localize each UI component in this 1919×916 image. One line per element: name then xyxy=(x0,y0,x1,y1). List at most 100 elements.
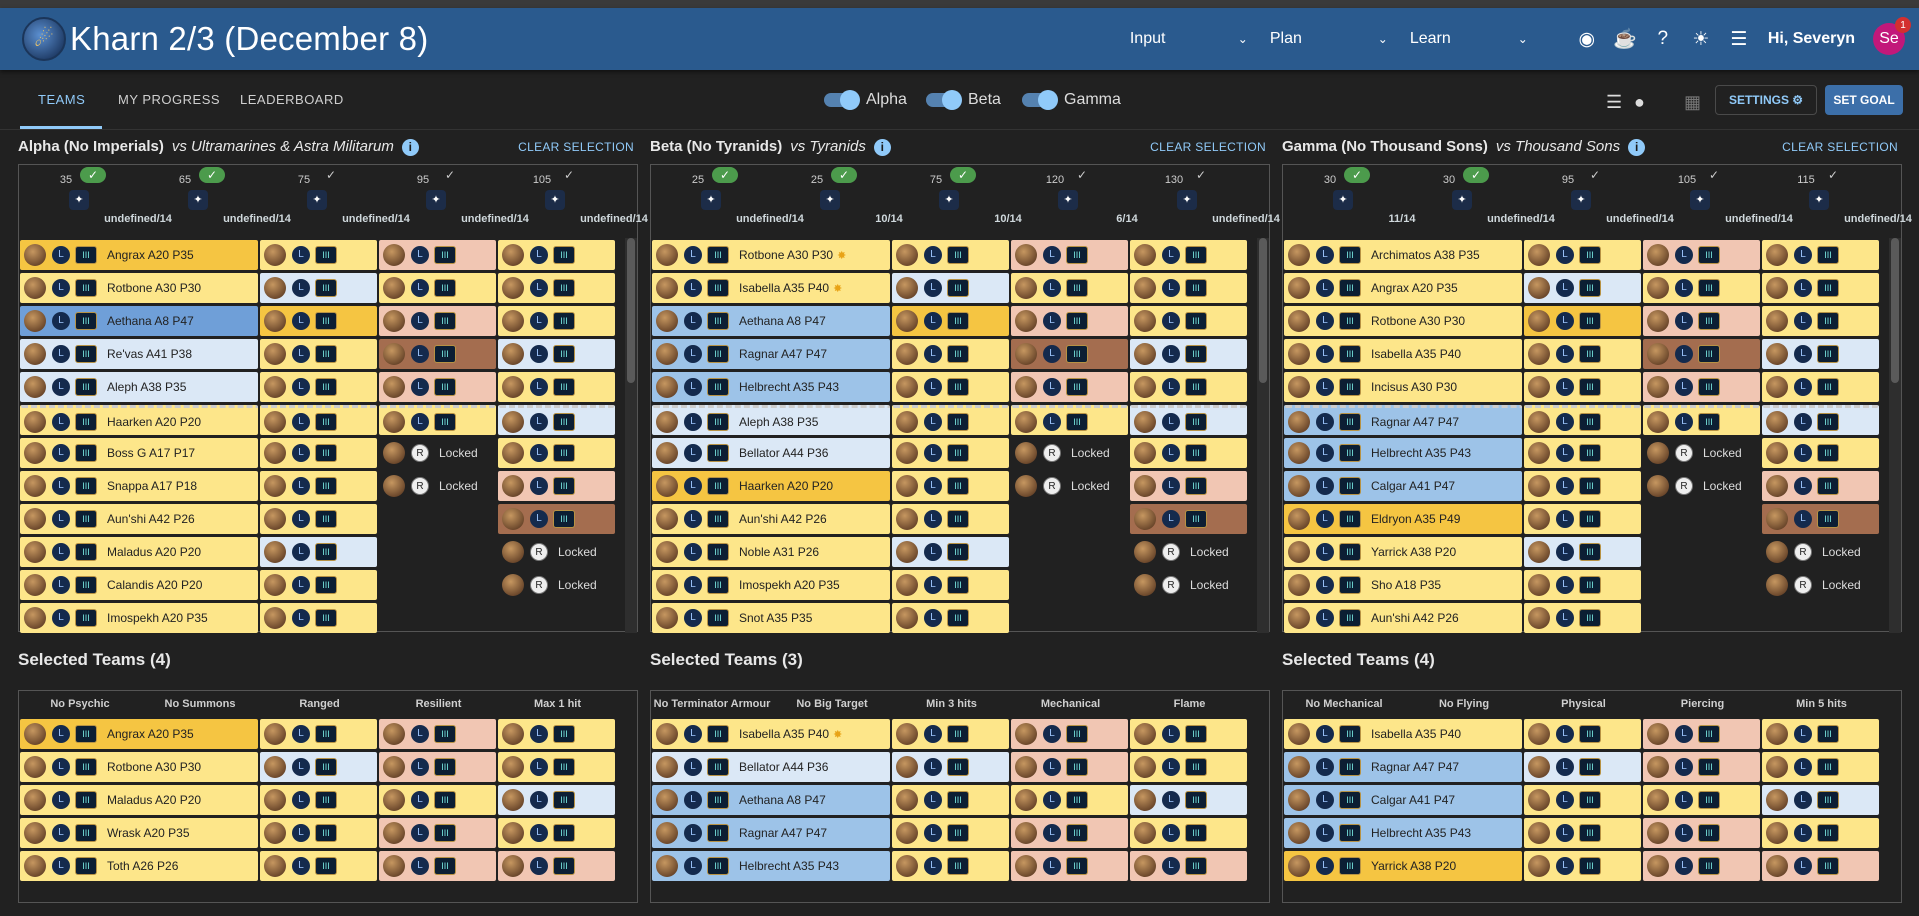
nav-learn-select[interactable]: Learn ⌄ xyxy=(1410,30,1528,48)
locked-row[interactable]: R Locked xyxy=(1130,537,1247,567)
selected-team-row[interactable]: L III xyxy=(1011,785,1128,815)
toggle-beta[interactable]: Beta xyxy=(926,90,1001,110)
selected-team-row[interactable]: L III xyxy=(1643,719,1760,749)
team-row[interactable]: L III xyxy=(1524,438,1641,468)
selected-team-row[interactable]: L III xyxy=(892,785,1009,815)
locked-row[interactable]: R Locked xyxy=(498,570,615,600)
team-row[interactable]: L III Angrax A20 P35 xyxy=(20,240,258,270)
team-row[interactable]: L III xyxy=(260,504,377,534)
selected-team-row[interactable]: L III xyxy=(1524,851,1641,881)
toggle-alpha[interactable]: Alpha xyxy=(824,90,907,110)
selected-team-row[interactable]: L III xyxy=(260,719,377,749)
team-row[interactable]: L III xyxy=(379,372,496,402)
selected-team-row[interactable]: L III Angrax A20 P35 xyxy=(20,719,258,749)
team-row[interactable]: L III xyxy=(1011,405,1128,435)
discord-icon[interactable]: ◉ xyxy=(1568,28,1606,51)
column-header[interactable]: 25 ✓ ✦ 10/14 xyxy=(770,165,903,238)
team-row[interactable]: L III xyxy=(1130,306,1247,336)
grid-view-icon[interactable]: ▦ xyxy=(1684,92,1701,113)
selected-team-row[interactable]: L III xyxy=(498,818,615,848)
tab-leaderboard[interactable]: LEADERBOARD xyxy=(240,92,344,107)
team-row[interactable]: L III xyxy=(1130,405,1247,435)
team-row[interactable]: L III xyxy=(260,240,377,270)
team-row[interactable]: L III xyxy=(1762,372,1879,402)
selected-team-row[interactable]: L III xyxy=(1524,752,1641,782)
team-row[interactable]: L III Aun'shi A42 P26 xyxy=(1284,603,1522,633)
team-row[interactable]: L III xyxy=(1643,240,1760,270)
team-row[interactable]: L III xyxy=(892,504,1009,534)
team-row[interactable]: L III Rotbone A30 P30 xyxy=(20,273,258,303)
scrollbar[interactable] xyxy=(1257,238,1269,633)
clear-selection-button[interactable]: CLEAR SELECTION xyxy=(1782,140,1898,154)
selected-team-row[interactable]: L III Aethana A8 P47 xyxy=(652,785,890,815)
team-row[interactable]: L III xyxy=(892,240,1009,270)
team-row[interactable]: L III Aleph A38 P35 xyxy=(652,405,890,435)
team-row[interactable]: L III xyxy=(892,438,1009,468)
settings-button[interactable]: SETTINGS ⚙ xyxy=(1715,85,1817,115)
locked-row[interactable]: R Locked xyxy=(1643,438,1760,468)
team-row[interactable]: L III xyxy=(1524,339,1641,369)
selected-team-row[interactable]: L III xyxy=(260,785,377,815)
team-row[interactable]: L III Maladus A20 P20 xyxy=(20,537,258,567)
team-row[interactable]: L III xyxy=(1524,240,1641,270)
team-row[interactable]: L III xyxy=(1130,273,1247,303)
team-row[interactable]: L III xyxy=(260,603,377,633)
team-row[interactable]: L III xyxy=(1524,405,1641,435)
selected-team-row[interactable]: L III Toth A26 P26 xyxy=(20,851,258,881)
locked-row[interactable]: R Locked xyxy=(1643,471,1760,501)
team-row[interactable]: L III xyxy=(1130,504,1247,534)
selected-team-row[interactable]: L III xyxy=(1130,752,1247,782)
team-row[interactable]: L III Ragnar A47 P47 xyxy=(652,339,890,369)
selected-team-row[interactable]: L III xyxy=(379,719,496,749)
column-header[interactable]: 75 ✓ ✦ 10/14 xyxy=(889,165,1022,238)
team-row[interactable]: L III xyxy=(1524,372,1641,402)
selected-team-row[interactable]: L III xyxy=(1011,752,1128,782)
team-row[interactable]: L III xyxy=(1130,339,1247,369)
selected-team-row[interactable]: L III xyxy=(379,785,496,815)
team-row[interactable]: L III Aun'shi A42 P26 xyxy=(20,504,258,534)
selected-team-row[interactable]: L III xyxy=(498,719,615,749)
team-row[interactable]: L III Noble A31 P26 xyxy=(652,537,890,567)
scrollbar-thumb[interactable] xyxy=(1891,238,1899,383)
column-header[interactable]: 35 ✓ ✦ undefined/14 xyxy=(19,165,172,238)
info-icon[interactable]: i xyxy=(401,139,419,156)
view-switch-icon[interactable]: ● xyxy=(1634,92,1645,113)
selected-team-row[interactable]: L III xyxy=(1762,785,1879,815)
team-row[interactable]: L III xyxy=(892,405,1009,435)
team-row[interactable]: L III Imospekh A20 P35 xyxy=(652,570,890,600)
team-row[interactable]: L III xyxy=(498,438,615,468)
team-row[interactable]: L III Haarken A20 P20 xyxy=(20,405,258,435)
team-row[interactable]: L III xyxy=(260,438,377,468)
selected-team-row[interactable]: L III xyxy=(1011,719,1128,749)
team-row[interactable]: L III xyxy=(260,537,377,567)
column-header[interactable]: 120 ✓ ✦ 6/14 xyxy=(1008,165,1138,238)
selected-team-row[interactable]: L III Bellator A44 P36 xyxy=(652,752,890,782)
selected-team-row[interactable]: L III xyxy=(498,785,615,815)
team-row[interactable]: L III xyxy=(1762,240,1879,270)
column-header[interactable]: 105 ✓ ✦ undefined/14 xyxy=(495,165,648,238)
column-header[interactable]: 105 ✓ ✦ undefined/14 xyxy=(1640,165,1793,238)
team-row[interactable]: L III Rotbone A30 P30 xyxy=(1284,306,1522,336)
selected-team-row[interactable]: L III Maladus A20 P20 xyxy=(20,785,258,815)
team-row[interactable]: L III xyxy=(1643,405,1760,435)
team-row[interactable]: L III xyxy=(1762,273,1879,303)
selected-team-row[interactable]: L III xyxy=(1643,851,1760,881)
team-row[interactable]: L III xyxy=(1011,240,1128,270)
scrollbar[interactable] xyxy=(1889,238,1901,633)
selected-team-row[interactable]: L III Ragnar A47 P47 xyxy=(1284,752,1522,782)
selected-team-row[interactable]: L III xyxy=(892,818,1009,848)
team-row[interactable]: L III xyxy=(260,570,377,600)
set-goal-button[interactable]: SET GOAL xyxy=(1825,85,1903,115)
mug-icon[interactable]: ☕ xyxy=(1606,27,1644,51)
selected-team-row[interactable]: L III xyxy=(498,851,615,881)
team-row[interactable]: L III xyxy=(260,372,377,402)
team-row[interactable]: L III xyxy=(1762,306,1879,336)
team-row[interactable]: L III Imospekh A20 P35 xyxy=(20,603,258,633)
selected-team-row[interactable]: L III xyxy=(1130,719,1247,749)
brightness-icon[interactable]: ☀ xyxy=(1682,28,1720,51)
team-row[interactable]: L III xyxy=(1762,471,1879,501)
team-row[interactable]: L III Ragnar A47 P47 xyxy=(1284,405,1522,435)
team-row[interactable]: L III xyxy=(892,537,1009,567)
selected-team-row[interactable]: L III xyxy=(1524,818,1641,848)
clear-selection-button[interactable]: CLEAR SELECTION xyxy=(518,140,634,154)
